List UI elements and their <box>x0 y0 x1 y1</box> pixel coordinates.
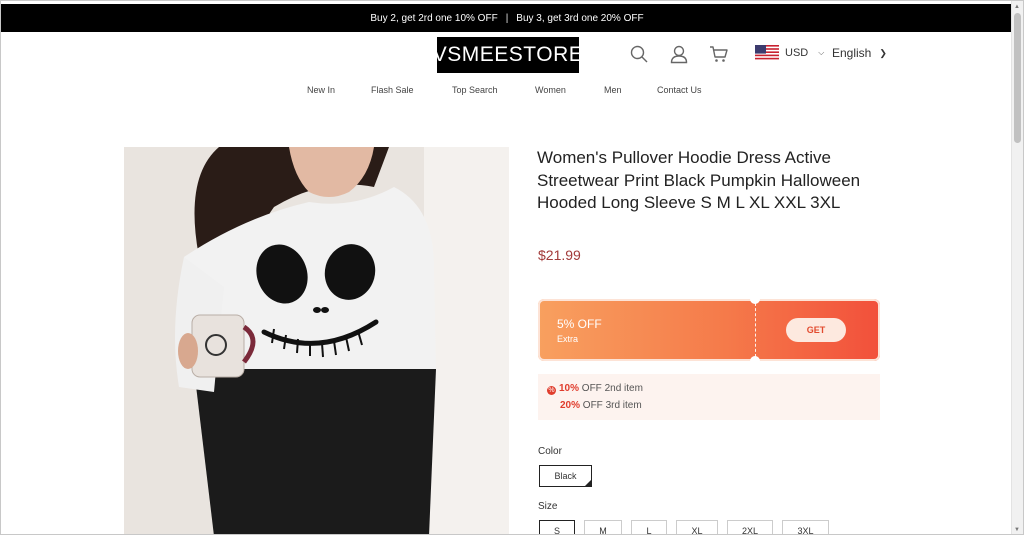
deal-3rd-item: 20% OFF 3rd item <box>560 400 642 411</box>
size-option-xl[interactable]: XL <box>676 520 718 534</box>
promo-offer-3-items[interactable]: Buy 3, get 3rd one 20% OFF <box>516 13 643 24</box>
discount-icon: % <box>547 386 556 395</box>
deal-text: OFF 2nd item <box>579 383 643 394</box>
size-option-2xl[interactable]: 2XL <box>727 520 773 534</box>
language-label: English <box>832 46 872 60</box>
coupon-card[interactable]: 5% OFF Extra GET <box>538 299 880 361</box>
color-option-black[interactable]: Black <box>539 465 592 487</box>
coupon-divider <box>755 303 756 357</box>
nav-flash-sale[interactable]: Flash Sale <box>371 85 414 95</box>
browser-viewport: Buy 2, get 2rd one 10% OFF | Buy 3, get … <box>0 0 1024 535</box>
coupon-extra-label: Extra <box>557 334 579 344</box>
get-coupon-button[interactable]: GET <box>786 318 846 342</box>
product-image[interactable] <box>124 147 509 534</box>
nav-top-search[interactable]: Top Search <box>452 85 498 95</box>
deal-2nd-item: % 10% OFF 2nd item <box>547 383 643 395</box>
nav-contact-us[interactable]: Contact Us <box>657 85 702 95</box>
bundle-deals: % 10% OFF 2nd item 20% OFF 3rd item <box>538 374 880 420</box>
size-label: Size <box>538 501 558 512</box>
deal-percent: 10% <box>559 383 580 394</box>
deal-text: OFF 3rd item <box>580 400 642 411</box>
nav-new-in[interactable]: New In <box>307 85 335 95</box>
deal-percent: 20% <box>560 400 581 411</box>
nav-men[interactable]: Men <box>604 85 622 95</box>
chevron-down-icon: ⌵ <box>818 48 825 57</box>
currency-selector[interactable]: USD ⌵ <box>755 45 824 61</box>
us-flag-icon <box>755 45 779 61</box>
cart-icon[interactable] <box>708 43 730 65</box>
scrollbar-thumb[interactable] <box>1014 13 1021 143</box>
promo-separator: | <box>505 12 509 24</box>
search-icon[interactable] <box>628 43 650 65</box>
promo-bar: Buy 2, get 2rd one 10% OFF | Buy 3, get … <box>1 4 1013 32</box>
size-option-l[interactable]: L <box>631 520 667 534</box>
coupon-notch <box>750 356 760 361</box>
account-icon[interactable] <box>668 43 690 65</box>
chevron-down-icon: ❯ <box>879 47 887 58</box>
color-label: Color <box>538 446 562 457</box>
product-price: $21.99 <box>538 247 581 263</box>
page-scrollbar[interactable]: ▲ ▼ <box>1011 1 1023 534</box>
scroll-up-icon[interactable]: ▲ <box>1014 4 1020 10</box>
language-selector[interactable]: English ❯ <box>832 46 887 60</box>
coupon-percent: 5% OFF <box>557 317 602 331</box>
size-option-s[interactable]: S <box>539 520 575 534</box>
product-photo <box>124 147 509 534</box>
promo-offer-2-items[interactable]: Buy 2, get 2rd one 10% OFF <box>370 13 497 24</box>
nav-women[interactable]: Women <box>535 85 566 95</box>
size-option-3xl[interactable]: 3XL <box>782 520 829 534</box>
store-logo[interactable]: VSMEESTORE <box>433 37 583 73</box>
product-title: Women's Pullover Hoodie Dress Active Str… <box>537 148 861 212</box>
size-option-m[interactable]: M <box>584 520 622 534</box>
main-navigation: New In Flash Sale Top Search Women Men C… <box>1 85 1013 99</box>
currency-label: USD <box>785 47 809 59</box>
scroll-down-icon[interactable]: ▼ <box>1014 527 1020 533</box>
